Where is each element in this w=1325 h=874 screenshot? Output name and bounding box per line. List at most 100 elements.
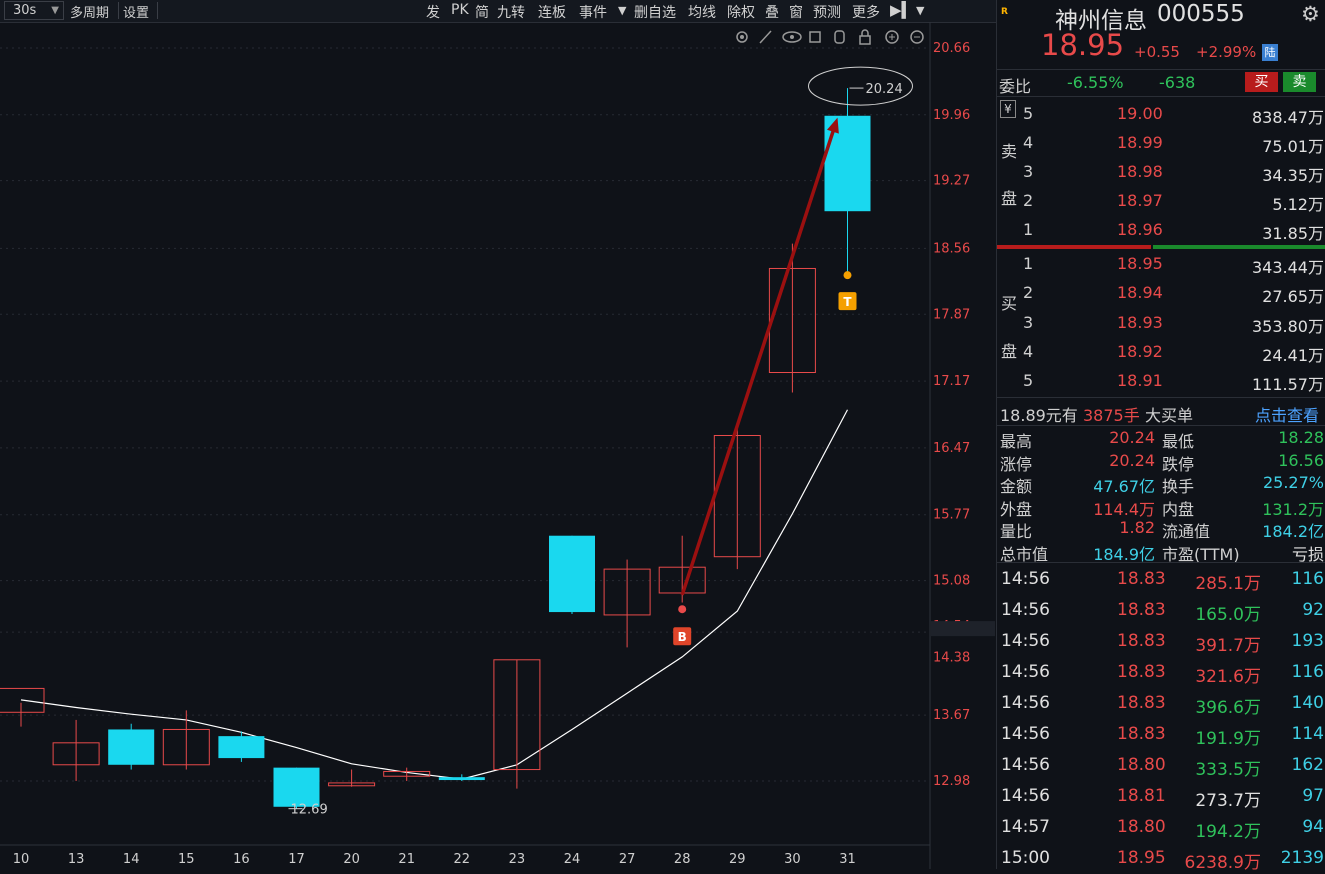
sell-level-row[interactable]: 2 18.97 5.12万	[997, 187, 1325, 216]
weibi-pct: -6.55%	[1067, 73, 1124, 92]
view-link[interactable]: 点击查看	[1255, 402, 1319, 426]
level-volume: 24.41万	[1262, 346, 1324, 365]
level: 2	[1023, 283, 1034, 302]
trade-row[interactable]: 14:57 18.80 194.2万 94	[997, 812, 1325, 843]
stat-label: 流通值	[1162, 522, 1211, 541]
trade-row[interactable]: 14:56 18.81 273.7万 97	[997, 781, 1325, 812]
divider	[997, 562, 1325, 563]
stat-value: 47.67亿	[1093, 477, 1155, 496]
stat-label: 市盈(TTM)	[1162, 544, 1240, 564]
current-price-tag	[931, 621, 995, 637]
level: 5	[1023, 371, 1034, 390]
trade-row[interactable]: 14:56 18.83 321.6万 116	[997, 657, 1325, 688]
trade-price: 18.83	[1117, 569, 1166, 589]
level-volume: 31.85万	[1262, 224, 1324, 243]
x-tick-label: 20	[343, 852, 360, 867]
trade-row[interactable]: 14:56 18.83 391.7万 193	[997, 626, 1325, 657]
stat-label: 涨停	[1000, 454, 1033, 474]
stat-label: 内盘	[1162, 499, 1195, 519]
sell-level-row[interactable]: 1 18.96 31.85万	[997, 216, 1325, 245]
trade-row[interactable]: 14:56 18.83 285.1万 116	[997, 564, 1325, 595]
y-tick-label: 20.66	[933, 41, 970, 56]
stat-value: 20.24	[1109, 450, 1155, 470]
level-volume: 838.47万	[1252, 108, 1324, 127]
trade-price: 18.95	[1117, 848, 1166, 868]
buy-level-row[interactable]: 5 18.91 111.57万	[997, 367, 1325, 396]
level-price: 18.93	[1117, 313, 1163, 332]
level: 1	[1023, 254, 1034, 273]
x-tick-label: 17	[288, 852, 305, 867]
price-change: +0.55	[1134, 43, 1180, 61]
trade-time: 15:00	[1001, 848, 1050, 868]
buy-level-row[interactable]: 1 18.95 343.44万	[997, 250, 1325, 279]
trade-price: 18.83	[1117, 631, 1166, 651]
trade-row[interactable]: 15:00 18.95 6238.9万 2139	[997, 843, 1325, 874]
buy-level-row[interactable]: 2 18.94 27.65万	[997, 279, 1325, 308]
level: 3	[1023, 313, 1034, 332]
trade-count: 94	[1302, 817, 1324, 837]
price-change-pct: +2.99%	[1196, 43, 1257, 61]
candlestick-chart[interactable]: 20.66 19.96 19.27 18.56 17.87 17.17 16.47 15.77…	[0, 0, 996, 869]
sell-level-row[interactable]: 3 18.98 34.35万	[997, 158, 1325, 187]
buy-marker-label: B	[678, 630, 687, 644]
trade-price: 18.80	[1117, 817, 1166, 837]
sell-level-row[interactable]: 4 18.99 75.01万	[997, 129, 1325, 158]
level-price: 18.97	[1117, 191, 1163, 210]
x-tick-label: 22	[454, 852, 471, 867]
rating-icon[interactable]: R	[1001, 7, 1013, 19]
stats-row: 总市值 184.9亿 市盈(TTM) 亏损	[997, 541, 1325, 564]
trade-price: 18.83	[1117, 693, 1166, 713]
x-tick-label: 23	[509, 852, 526, 867]
y-tick-label: 12.98	[933, 774, 970, 789]
level: 2	[1023, 191, 1034, 210]
trade-price: 18.83	[1117, 600, 1166, 620]
big-order-price: 18.89元有	[1000, 406, 1078, 425]
stat-label: 最高	[1000, 432, 1033, 451]
trade-volume: 6238.9万	[1184, 853, 1261, 873]
x-tick-label: 13	[68, 852, 85, 867]
x-tick-label: 16	[233, 852, 250, 867]
trade-time: 14:56	[1001, 631, 1050, 651]
trade-row[interactable]: 14:56 18.83 191.9万 114	[997, 719, 1325, 750]
trade-row[interactable]: 14:56 18.83 165.0万 92	[997, 595, 1325, 626]
trade-volume: 165.0万	[1195, 605, 1261, 625]
trade-count: 92	[1302, 600, 1324, 620]
stat-label: 总市值	[1000, 544, 1049, 564]
level: 4	[1023, 342, 1034, 361]
buy-button[interactable]: 买	[1245, 72, 1278, 92]
trade-row[interactable]: 14:56 18.80 333.5万 162	[997, 750, 1325, 781]
market-badge: 陆	[1262, 44, 1278, 61]
trade-count: 116	[1291, 569, 1324, 589]
trade-count: 140	[1291, 693, 1324, 713]
trade-time: 14:56	[1001, 755, 1050, 775]
sell-level-row[interactable]: 5 19.00 838.47万	[997, 100, 1325, 129]
stat-label: 外盘	[1000, 499, 1033, 519]
divider	[997, 96, 1325, 97]
kline-chart-area[interactable]: 30s ▼ 多周期 设置 发 PK 简 九转 连板 事件 ▼ 删自选 均线 除权…	[0, 0, 996, 869]
trade-count: 97	[1302, 786, 1324, 806]
stat-value: 20.24	[1109, 428, 1155, 447]
trade-time: 14:56	[1001, 724, 1050, 744]
trade-price: 18.83	[1117, 724, 1166, 744]
x-tick-label: 28	[674, 852, 691, 867]
stats-row: 量比 1.82 流通值 184.2亿	[997, 518, 1325, 541]
sell-point-dot	[843, 271, 852, 280]
gear-icon[interactable]: ⚙	[1301, 2, 1320, 26]
stats-row: 外盘 114.4万 内盘 131.2万	[997, 496, 1325, 519]
weibi-label: 委比	[999, 77, 1032, 96]
trade-price: 18.81	[1117, 786, 1166, 806]
candle-body-down	[218, 736, 265, 759]
trade-time: 14:56	[1001, 569, 1050, 589]
stock-code: 000555	[1157, 1, 1245, 27]
trade-price: 18.80	[1117, 755, 1166, 775]
weibi-value: -638	[1159, 73, 1196, 92]
high-price-label: 20.24	[866, 82, 903, 97]
trade-time: 14:56	[1001, 662, 1050, 682]
buy-level-row[interactable]: 4 18.92 24.41万	[997, 338, 1325, 367]
sell-button[interactable]: 卖	[1283, 72, 1316, 92]
buy-level-row[interactable]: 3 18.93 353.80万	[997, 309, 1325, 338]
divider	[997, 425, 1325, 426]
stat-value: 1.82	[1119, 518, 1155, 537]
stat-value: 114.4万	[1093, 499, 1155, 519]
trade-row[interactable]: 14:56 18.83 396.6万 140	[997, 688, 1325, 719]
